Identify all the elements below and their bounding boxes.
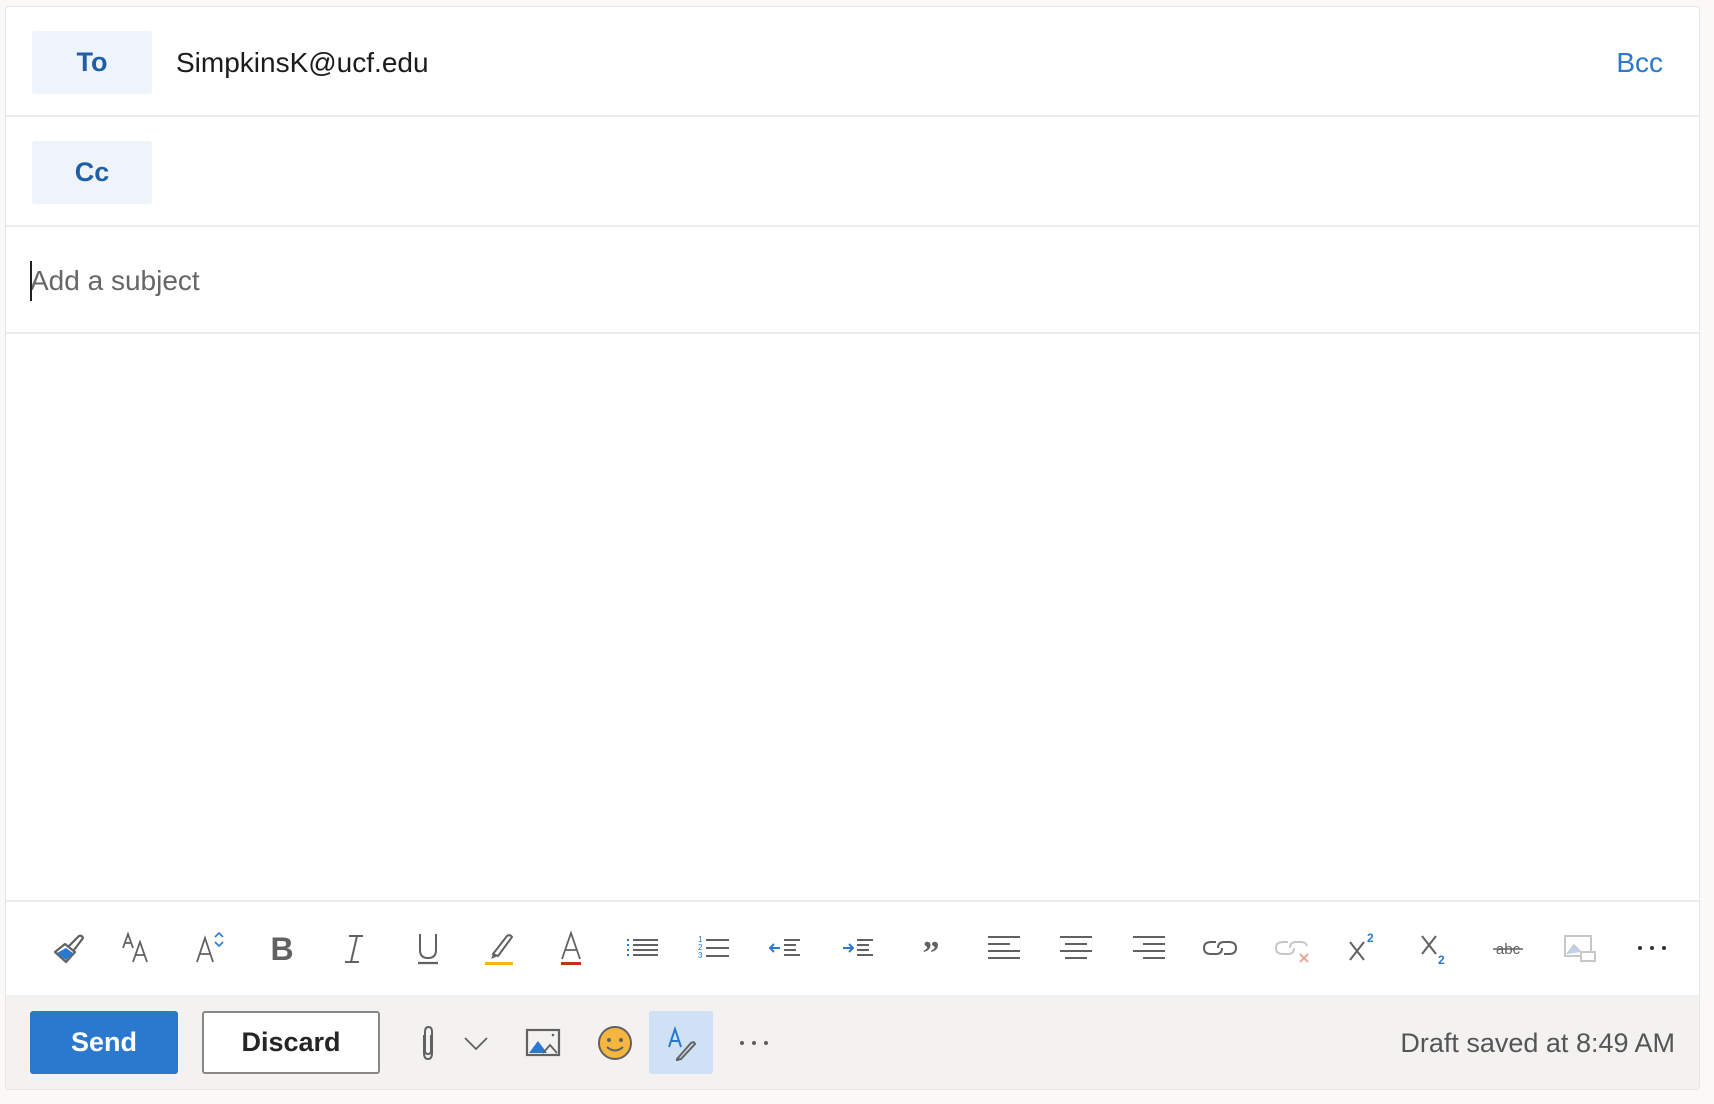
bold-button[interactable]: B xyxy=(258,924,306,972)
more-icon xyxy=(1638,946,1666,950)
superscript-button[interactable]: 2 xyxy=(1340,924,1388,972)
cc-row: Cc xyxy=(6,117,1699,227)
italic-button[interactable] xyxy=(330,924,378,972)
paperclip-icon xyxy=(423,1025,433,1060)
underline-icon xyxy=(418,934,438,965)
picture-icon xyxy=(525,1028,561,1056)
more-formatting-button[interactable] xyxy=(1628,924,1676,972)
attach-dropdown-button[interactable] xyxy=(456,1011,496,1074)
compose-actions-bar: Send Discard Draft saved at 8:49 AM xyxy=(6,995,1699,1089)
italic-icon xyxy=(345,935,363,963)
paintbrush-icon xyxy=(53,934,85,964)
chevron-down-icon xyxy=(464,1036,488,1050)
message-body[interactable] xyxy=(6,334,1699,900)
superscript-icon: 2 xyxy=(1349,931,1374,961)
quote-icon: ” xyxy=(923,935,940,968)
indent-icon xyxy=(843,939,873,956)
format-painter-button[interactable] xyxy=(45,924,93,972)
decrease-indent-button[interactable] xyxy=(762,924,810,972)
draft-status: Draft saved at 8:49 AM xyxy=(1400,1028,1675,1058)
insert-link-button[interactable] xyxy=(1196,924,1244,972)
editor-pen-icon xyxy=(668,1025,697,1061)
strikethrough-button[interactable]: abc xyxy=(1484,924,1532,972)
link-icon xyxy=(1202,941,1238,955)
image-alt-icon xyxy=(1564,935,1596,962)
align-right-icon xyxy=(1133,936,1165,959)
subject-input[interactable] xyxy=(30,257,1630,305)
text-cursor xyxy=(30,261,32,301)
discard-button[interactable]: Discard xyxy=(202,1011,380,1074)
underline-button[interactable] xyxy=(404,924,452,972)
strikethrough-icon: abc xyxy=(1493,941,1523,958)
svg-text:3: 3 xyxy=(698,951,703,960)
bold-icon: B xyxy=(270,931,293,967)
to-button[interactable]: To xyxy=(32,31,152,94)
to-row: To SimpkinsK@ucf.edu Bcc xyxy=(6,7,1699,117)
bullet-list-icon xyxy=(627,939,658,956)
font-color-icon xyxy=(561,930,581,965)
font-size-button[interactable] xyxy=(115,924,163,972)
align-right-button[interactable] xyxy=(1125,924,1173,972)
unlink-icon xyxy=(1274,941,1309,963)
svg-text:B: B xyxy=(270,931,293,967)
emoji-button[interactable] xyxy=(593,1011,637,1074)
alt-text-button[interactable] xyxy=(1557,924,1605,972)
emoji-icon xyxy=(598,1025,632,1060)
bullets-button[interactable] xyxy=(619,924,667,972)
editor-button[interactable] xyxy=(649,1011,713,1074)
grow-font-button[interactable] xyxy=(187,924,235,972)
subscript-icon: 2 xyxy=(1421,935,1445,967)
highlighter-icon xyxy=(485,934,514,965)
subscript-button[interactable]: 2 xyxy=(1412,924,1460,972)
align-left-button[interactable] xyxy=(980,924,1028,972)
quote-button[interactable]: ” xyxy=(907,924,955,972)
send-button[interactable]: Send xyxy=(30,1011,178,1074)
align-center-icon xyxy=(1060,936,1092,959)
highlight-button[interactable] xyxy=(475,924,523,972)
svg-text:”: ” xyxy=(923,935,940,968)
cc-button[interactable]: Cc xyxy=(32,141,152,204)
bcc-button[interactable]: Bcc xyxy=(1616,41,1663,85)
more-icon xyxy=(740,1040,768,1045)
svg-text:2: 2 xyxy=(1367,931,1374,945)
font-color-button[interactable] xyxy=(547,924,595,972)
svg-text:2: 2 xyxy=(1438,953,1445,967)
remove-link-button[interactable] xyxy=(1268,924,1316,972)
align-left-icon xyxy=(988,936,1020,959)
recipient-chip[interactable]: SimpkinsK@ucf.edu xyxy=(176,41,429,85)
increase-indent-button[interactable] xyxy=(835,924,883,972)
more-actions-button[interactable] xyxy=(732,1011,776,1074)
numbered-list-icon: 123 xyxy=(698,935,729,960)
subject-row xyxy=(6,227,1699,334)
insert-picture-button[interactable] xyxy=(521,1011,565,1074)
numbering-button[interactable]: 123 xyxy=(691,924,739,972)
formatting-toolbar: B 1 2 3 ” 2 2 abc xyxy=(6,900,1699,995)
compose-pane: To SimpkinsK@ucf.edu Bcc Cc Add a subjec… xyxy=(5,6,1700,1090)
grow-font-icon xyxy=(196,931,224,963)
attach-button[interactable] xyxy=(408,1011,448,1074)
font-size-icon xyxy=(122,931,148,963)
align-center-button[interactable] xyxy=(1052,924,1100,972)
outdent-icon xyxy=(768,939,800,956)
